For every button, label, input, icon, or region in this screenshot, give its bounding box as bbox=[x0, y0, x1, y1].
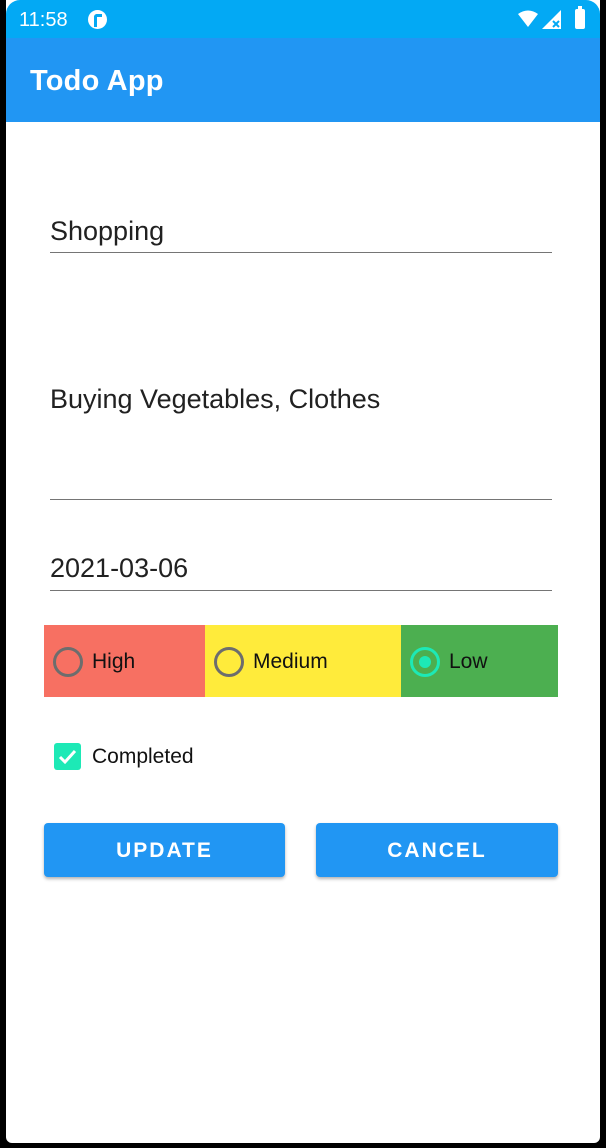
priority-option-high[interactable]: High bbox=[44, 625, 205, 697]
title-input-value: Shopping bbox=[50, 216, 165, 246]
radio-unchecked-icon[interactable] bbox=[214, 647, 244, 677]
priority-label-high: High bbox=[92, 650, 136, 673]
priority-label-low: Low bbox=[449, 650, 488, 673]
checkmark-icon bbox=[58, 749, 77, 765]
priority-label-medium: Medium bbox=[253, 650, 328, 673]
app-title: Todo App bbox=[30, 65, 164, 97]
app-bar: Todo App bbox=[6, 38, 600, 122]
signal-icon bbox=[542, 10, 561, 29]
date-input-value: 2021-03-06 bbox=[50, 553, 189, 583]
priority-radio-group: High Medium Low bbox=[44, 625, 558, 697]
date-input[interactable]: 2021-03-06 bbox=[50, 548, 552, 591]
cancel-button[interactable]: CANCEL bbox=[316, 823, 558, 877]
description-input-value: Buying Vegetables, Clothes bbox=[50, 384, 381, 414]
radio-checked-icon[interactable] bbox=[410, 647, 440, 677]
status-time: 11:58 bbox=[19, 9, 68, 31]
battery-icon bbox=[575, 6, 585, 29]
completed-label: Completed bbox=[92, 745, 194, 768]
description-input[interactable]: Buying Vegetables, Clothes bbox=[50, 376, 552, 500]
update-button[interactable]: UPDATE bbox=[44, 823, 285, 877]
status-bar: 11:58 bbox=[6, 0, 600, 38]
priority-option-low[interactable]: Low bbox=[401, 625, 558, 697]
app-notification-icon bbox=[88, 10, 107, 29]
screen: 11:58 Todo App Shopping Buying Vegetable… bbox=[6, 0, 600, 1143]
wifi-icon bbox=[518, 10, 538, 27]
radio-unchecked-icon[interactable] bbox=[53, 647, 83, 677]
title-input[interactable]: Shopping bbox=[50, 200, 552, 253]
priority-option-medium[interactable]: Medium bbox=[205, 625, 401, 697]
completed-checkbox[interactable] bbox=[54, 743, 81, 770]
